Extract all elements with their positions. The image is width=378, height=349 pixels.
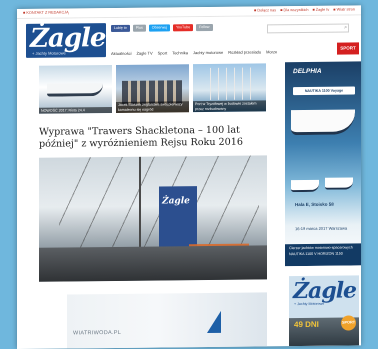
contact-link[interactable]: ■ KONTAKT Z REDAKCJĄ [23,8,69,17]
marina-image [203,67,255,101]
follow-button[interactable]: Follow [196,23,213,32]
plus-button[interactable]: Plus [132,24,146,32]
deck [39,245,267,282]
small-boat-image [291,179,319,193]
sport-badge[interactable]: SPORT [337,42,359,55]
nav-item[interactable]: Rozkład przesiadu [228,49,261,54]
nav-item[interactable]: Żagle TV [136,51,152,56]
ad-footer-line: Cierzer jachtów motorowo-spacerowych [289,245,353,251]
facebook-like-button[interactable]: Lubię to [111,24,130,33]
top-link[interactable]: ■ Dla wszystkich [280,6,308,15]
news-thumb[interactable]: NOWOŚĆ 2017: Rista 24.4 [39,65,112,114]
ad-brand: DELPHIA [293,67,322,76]
thumb-caption: Port w Tryzółowej w budowie zostałem prz… [193,100,266,113]
nav-item[interactable]: Technika [172,50,188,55]
nav-item[interactable]: Morze [266,49,277,54]
ad-footer-line: NAUTIKA 1100 V HORIZON 1150 [289,251,343,256]
magazine-days: 49 DNI [294,319,319,330]
sail-icon [207,310,221,334]
top-link[interactable]: ■ Wiatr stron [333,5,355,14]
news-thumbnails: NOWOŚĆ 2017: Rista 24.4 Jacek Staszek że… [39,63,266,114]
news-thumb[interactable]: Jacek Staszek żeglarstwa swój pierwszy k… [116,64,189,113]
bottom-banner-ad[interactable]: WIATRIWODA.PL [67,292,267,349]
sail-text: Żagle [162,196,190,207]
boat-image [47,83,103,97]
article-title[interactable]: Wyprawa "Trawers Shackletona – 100 lat p… [39,124,279,150]
logo-subtitle: + Jachty Motorowe [32,50,66,56]
small-boat-image [325,177,353,190]
thumb-caption: Jacek Staszek żeglarstwa swój pierwszy k… [116,101,189,113]
delphia-ad[interactable]: DELPHIA NAUTIKA 1100 Voyage Hala E, Stoi… [285,61,361,267]
ad-date: 16-19 marca 2017 Warszawa [295,225,348,232]
browser-page: ■ KONTAKT Z REDAKCJĄ ■ Dołącz nas ■ Dla … [17,5,361,349]
nav-item[interactable]: Jachty motorowe [193,50,223,55]
magazine-logo: Żagle [293,277,357,305]
thumb-caption: NOWOŚĆ 2017: Rista 24.4 [39,106,112,114]
logo-text: Żagle [30,23,106,54]
search-icon[interactable]: ⌕ [344,25,347,32]
top-link[interactable]: ■ Żagle tv [312,6,329,15]
site-header: Żagle + Jachty Motorowe Lubię to Plus Ob… [17,15,361,64]
top-link[interactable]: ■ Dołącz nas [254,6,276,15]
ad-pill: NAUTIKA 1100 Voyage [293,86,355,96]
site-logo[interactable]: Żagle + Jachty Motorowe [26,23,106,58]
banner-text: WIATRIWODA.PL [73,329,122,337]
yacht-image [291,109,355,136]
top-links: ■ Dołącz nas ■ Dla wszystkich ■ Żagle tv… [254,5,355,15]
main-nav: Aktualności Żagle TV Sport Technika Jach… [111,49,277,56]
ad-footer: Cierzer jachtów motorowo-spacerowych NAU… [285,243,361,267]
youtube-button[interactable]: YouTube [172,24,194,32]
article-hero-image[interactable]: Żagle [39,155,267,282]
magazine-cover-ad[interactable]: Żagle + Jachty Motorowe 49 DNI SPORT [289,275,359,347]
search-input[interactable]: ⌕ [267,23,349,34]
sail-banner: Żagle [159,186,197,249]
nav-item[interactable]: Aktualności [111,51,131,56]
social-buttons: Lubię to Plus Obserwuj YouTube Follow [111,23,213,33]
magazine-subtitle: + Jachty Motorowe [294,301,325,307]
ad-note: Hala E, Stoisko 58 [295,201,334,208]
twitter-follow-button[interactable]: Obserwuj [148,24,170,32]
news-thumb[interactable]: Port w Tryzółowej w budowie zostałem prz… [193,63,266,113]
magazine-sport-badge: SPORT [341,315,356,331]
nav-item[interactable]: Sport [158,50,168,55]
